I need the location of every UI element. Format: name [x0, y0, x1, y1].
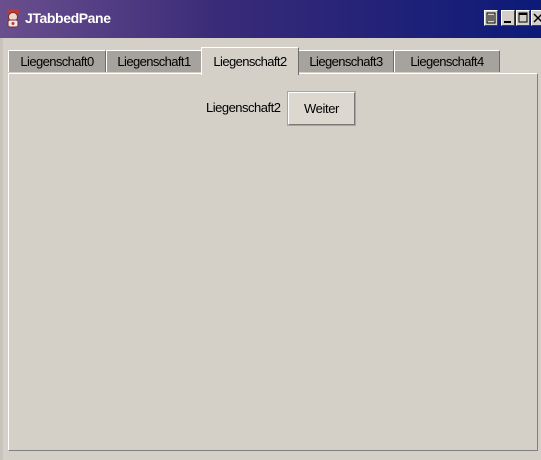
tab-label: Liegenschaft3	[309, 54, 383, 69]
maximize-button[interactable]	[516, 10, 530, 26]
tab-label: Liegenschaft2	[213, 54, 287, 69]
window-title: JTabbedPane	[25, 10, 111, 26]
close-icon	[533, 13, 541, 23]
minimize-button[interactable]	[501, 10, 515, 26]
tab-liegenschaft0[interactable]: Liegenschaft0	[8, 50, 106, 72]
tab-label: Liegenschaft1	[117, 54, 191, 69]
minimize-icon	[504, 21, 511, 23]
title-bar[interactable]: JTabbedPane	[0, 0, 541, 38]
maximize-icon	[518, 12, 528, 23]
restore-button[interactable]	[484, 10, 498, 26]
tab-label: Liegenschaft0	[20, 54, 94, 69]
tab-content-panel: Liegenschaft2 Weiter	[8, 73, 538, 451]
close-button[interactable]	[531, 10, 541, 26]
tab-label: Liegenschaft4	[410, 54, 484, 69]
liegenschaft-label: Liegenschaft2	[206, 100, 281, 115]
window-left-edge	[0, 38, 3, 460]
tab-liegenschaft3[interactable]: Liegenschaft3	[298, 50, 394, 72]
tab-liegenschaft1[interactable]: Liegenschaft1	[106, 50, 202, 72]
restore-icon	[486, 12, 496, 24]
tab-liegenschaft2[interactable]: Liegenschaft2	[201, 47, 299, 75]
jtabbedpane-window: JTabbedPane Liegenschaft0 Liegenschaft1 …	[0, 0, 541, 460]
tab-liegenschaft4[interactable]: Liegenschaft4	[394, 50, 500, 72]
weiter-button[interactable]: Weiter	[287, 91, 356, 126]
java-duke-icon[interactable]	[4, 8, 22, 28]
